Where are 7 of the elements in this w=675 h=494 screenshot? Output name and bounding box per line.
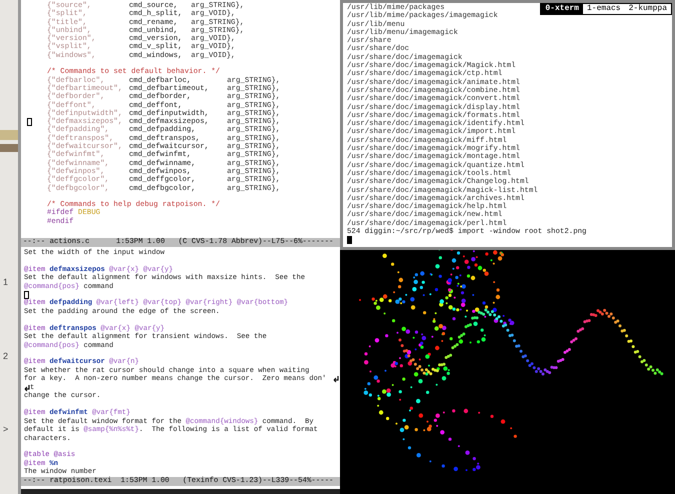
toolbar <box>0 144 18 152</box>
terminal-cursor <box>347 236 352 244</box>
title-bar <box>0 130 18 140</box>
partial-text: > <box>3 423 10 436</box>
partial-text: 2 <box>3 350 10 362</box>
window-tab[interactable]: 0-xterm <box>541 4 583 14</box>
partial-text: 1 <box>3 276 10 289</box>
